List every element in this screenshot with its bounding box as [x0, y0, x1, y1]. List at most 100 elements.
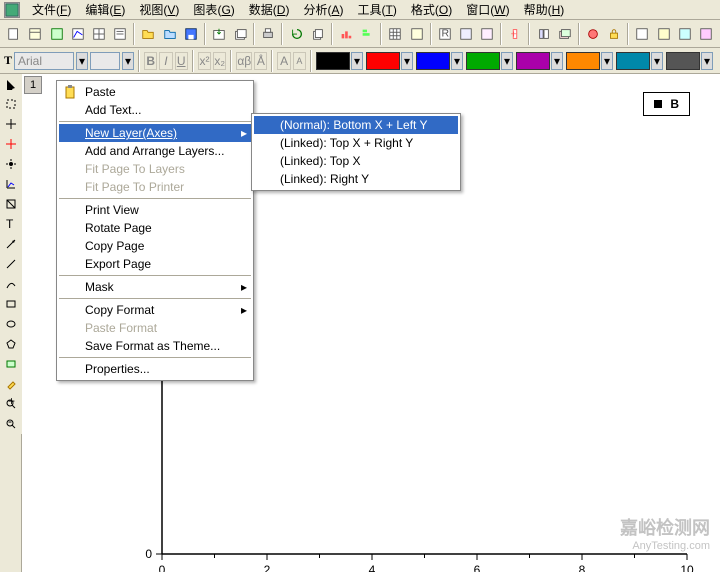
- tool-rect[interactable]: [0, 294, 22, 314]
- tool-line[interactable]: [0, 254, 22, 274]
- tool-read-data[interactable]: [0, 114, 22, 134]
- menu-tools[interactable]: 工具(T): [352, 0, 403, 20]
- color-swatch-5[interactable]: [566, 52, 600, 70]
- menu-help[interactable]: 帮助(H): [518, 0, 571, 20]
- color-dropdown-2[interactable]: ▾: [451, 52, 463, 70]
- new-project-button[interactable]: [4, 23, 24, 45]
- results-log-button[interactable]: R: [435, 23, 455, 45]
- tool-pointer[interactable]: [0, 74, 22, 94]
- color-dropdown-1[interactable]: ▾: [401, 52, 413, 70]
- tool-circle[interactable]: [0, 314, 22, 334]
- tool-rescale[interactable]: [0, 174, 22, 194]
- tools3-button[interactable]: [675, 23, 695, 45]
- new-notes-button[interactable]: [110, 23, 130, 45]
- special-char-button[interactable]: Å: [254, 52, 267, 70]
- color-dropdown-5[interactable]: ▾: [601, 52, 613, 70]
- color-swatch-2[interactable]: [416, 52, 450, 70]
- underline-button[interactable]: U: [175, 52, 188, 70]
- tool-read-data-2[interactable]: [0, 134, 22, 154]
- tool-zoom-region[interactable]: [0, 94, 22, 114]
- tool-paint[interactable]: [0, 374, 22, 394]
- tool-pan[interactable]: [0, 154, 22, 174]
- tool-text[interactable]: T: [0, 214, 22, 234]
- font-size-dropdown[interactable]: ▾: [122, 52, 134, 70]
- mask-button[interactable]: [583, 23, 603, 45]
- ctx-properties[interactable]: Properties...: [59, 360, 251, 378]
- new-excel-button[interactable]: [46, 23, 66, 45]
- color-dropdown-7[interactable]: ▾: [701, 52, 713, 70]
- font-name-dropdown[interactable]: ▾: [76, 52, 88, 70]
- tool-zoom-in[interactable]: +: [0, 394, 22, 414]
- color-dropdown-6[interactable]: ▾: [651, 52, 663, 70]
- menu-file[interactable]: 文件(F): [26, 0, 77, 20]
- menu-view[interactable]: 视图(V): [133, 0, 185, 20]
- font-size-select[interactable]: [90, 52, 120, 70]
- sub-normal-bottomx-lefty[interactable]: (Normal): Bottom X + Left Y: [254, 116, 458, 134]
- refresh-button[interactable]: [286, 23, 306, 45]
- tools4-button[interactable]: [696, 23, 716, 45]
- ctx-new-layer[interactable]: New Layer(Axes)▸: [59, 124, 251, 142]
- tools2-button[interactable]: [653, 23, 673, 45]
- color-swatch-1[interactable]: [366, 52, 400, 70]
- tool-zoom-out[interactable]: -: [0, 414, 22, 434]
- ctx-export[interactable]: Export Page: [59, 255, 251, 273]
- code-builder-button[interactable]: [477, 23, 497, 45]
- sub-linked-righty[interactable]: (Linked): Right Y: [254, 170, 458, 188]
- add-column-button[interactable]: +: [505, 23, 525, 45]
- layer-button[interactable]: [555, 23, 575, 45]
- tool-pan-scale[interactable]: [0, 194, 22, 214]
- color-swatch-0[interactable]: [316, 52, 350, 70]
- superscript-button[interactable]: x²: [198, 52, 211, 70]
- grid2-button[interactable]: [406, 23, 426, 45]
- tool-region[interactable]: [0, 354, 22, 374]
- copy-page-button[interactable]: [308, 23, 328, 45]
- tool-polygon[interactable]: [0, 334, 22, 354]
- explorer-button[interactable]: [533, 23, 553, 45]
- ctx-rotate[interactable]: Rotate Page: [59, 219, 251, 237]
- print-button[interactable]: [258, 23, 278, 45]
- ctx-mask[interactable]: Mask▸: [59, 278, 251, 296]
- row-stat-button[interactable]: [357, 23, 377, 45]
- color-swatch-3[interactable]: [466, 52, 500, 70]
- greek-button[interactable]: αβ: [236, 52, 252, 70]
- ctx-add-arrange[interactable]: Add and Arrange Layers...: [59, 142, 251, 160]
- italic-button[interactable]: I: [159, 52, 172, 70]
- color-dropdown-3[interactable]: ▾: [501, 52, 513, 70]
- color-swatch-4[interactable]: [516, 52, 550, 70]
- menu-window[interactable]: 窗口(W): [460, 0, 515, 20]
- lock-button[interactable]: [604, 23, 624, 45]
- tools1-button[interactable]: [632, 23, 652, 45]
- column-stat-button[interactable]: [336, 23, 356, 45]
- script-button[interactable]: [456, 23, 476, 45]
- font-name-select[interactable]: Arial: [14, 52, 74, 70]
- increase-font-button[interactable]: A: [277, 52, 290, 70]
- open-template-button[interactable]: [159, 23, 179, 45]
- sub-linked-topx-righty[interactable]: (Linked): Top X + Right Y: [254, 134, 458, 152]
- color-dropdown-4[interactable]: ▾: [551, 52, 563, 70]
- menu-data[interactable]: 数据(D): [243, 0, 296, 20]
- menu-format[interactable]: 格式(O): [405, 0, 458, 20]
- ctx-copy-page[interactable]: Copy Page: [59, 237, 251, 255]
- new-matrix-button[interactable]: [89, 23, 109, 45]
- graph-canvas[interactable]: 1 B 0246810 02 X Axis Title Paste Add Te…: [22, 74, 720, 572]
- color-swatch-7[interactable]: [666, 52, 700, 70]
- new-workbook-button[interactable]: [25, 23, 45, 45]
- open-button[interactable]: [138, 23, 158, 45]
- import-multi-button[interactable]: [230, 23, 250, 45]
- grid-button[interactable]: [385, 23, 405, 45]
- decrease-font-button[interactable]: A: [293, 52, 306, 70]
- color-dropdown-0[interactable]: ▾: [351, 52, 363, 70]
- subscript-button[interactable]: x₂: [213, 52, 226, 70]
- menu-graph[interactable]: 图表(G): [187, 0, 240, 20]
- tool-curve[interactable]: [0, 274, 22, 294]
- import-button[interactable]: [209, 23, 229, 45]
- save-button[interactable]: [181, 23, 201, 45]
- menu-edit[interactable]: 编辑(E): [79, 0, 131, 20]
- ctx-save-theme[interactable]: Save Format as Theme...: [59, 337, 251, 355]
- bold-button[interactable]: B: [144, 52, 157, 70]
- ctx-paste[interactable]: Paste: [59, 83, 251, 101]
- new-graph-button[interactable]: [68, 23, 88, 45]
- ctx-print-view[interactable]: Print View: [59, 201, 251, 219]
- sub-linked-topx[interactable]: (Linked): Top X: [254, 152, 458, 170]
- ctx-copy-format[interactable]: Copy Format▸: [59, 301, 251, 319]
